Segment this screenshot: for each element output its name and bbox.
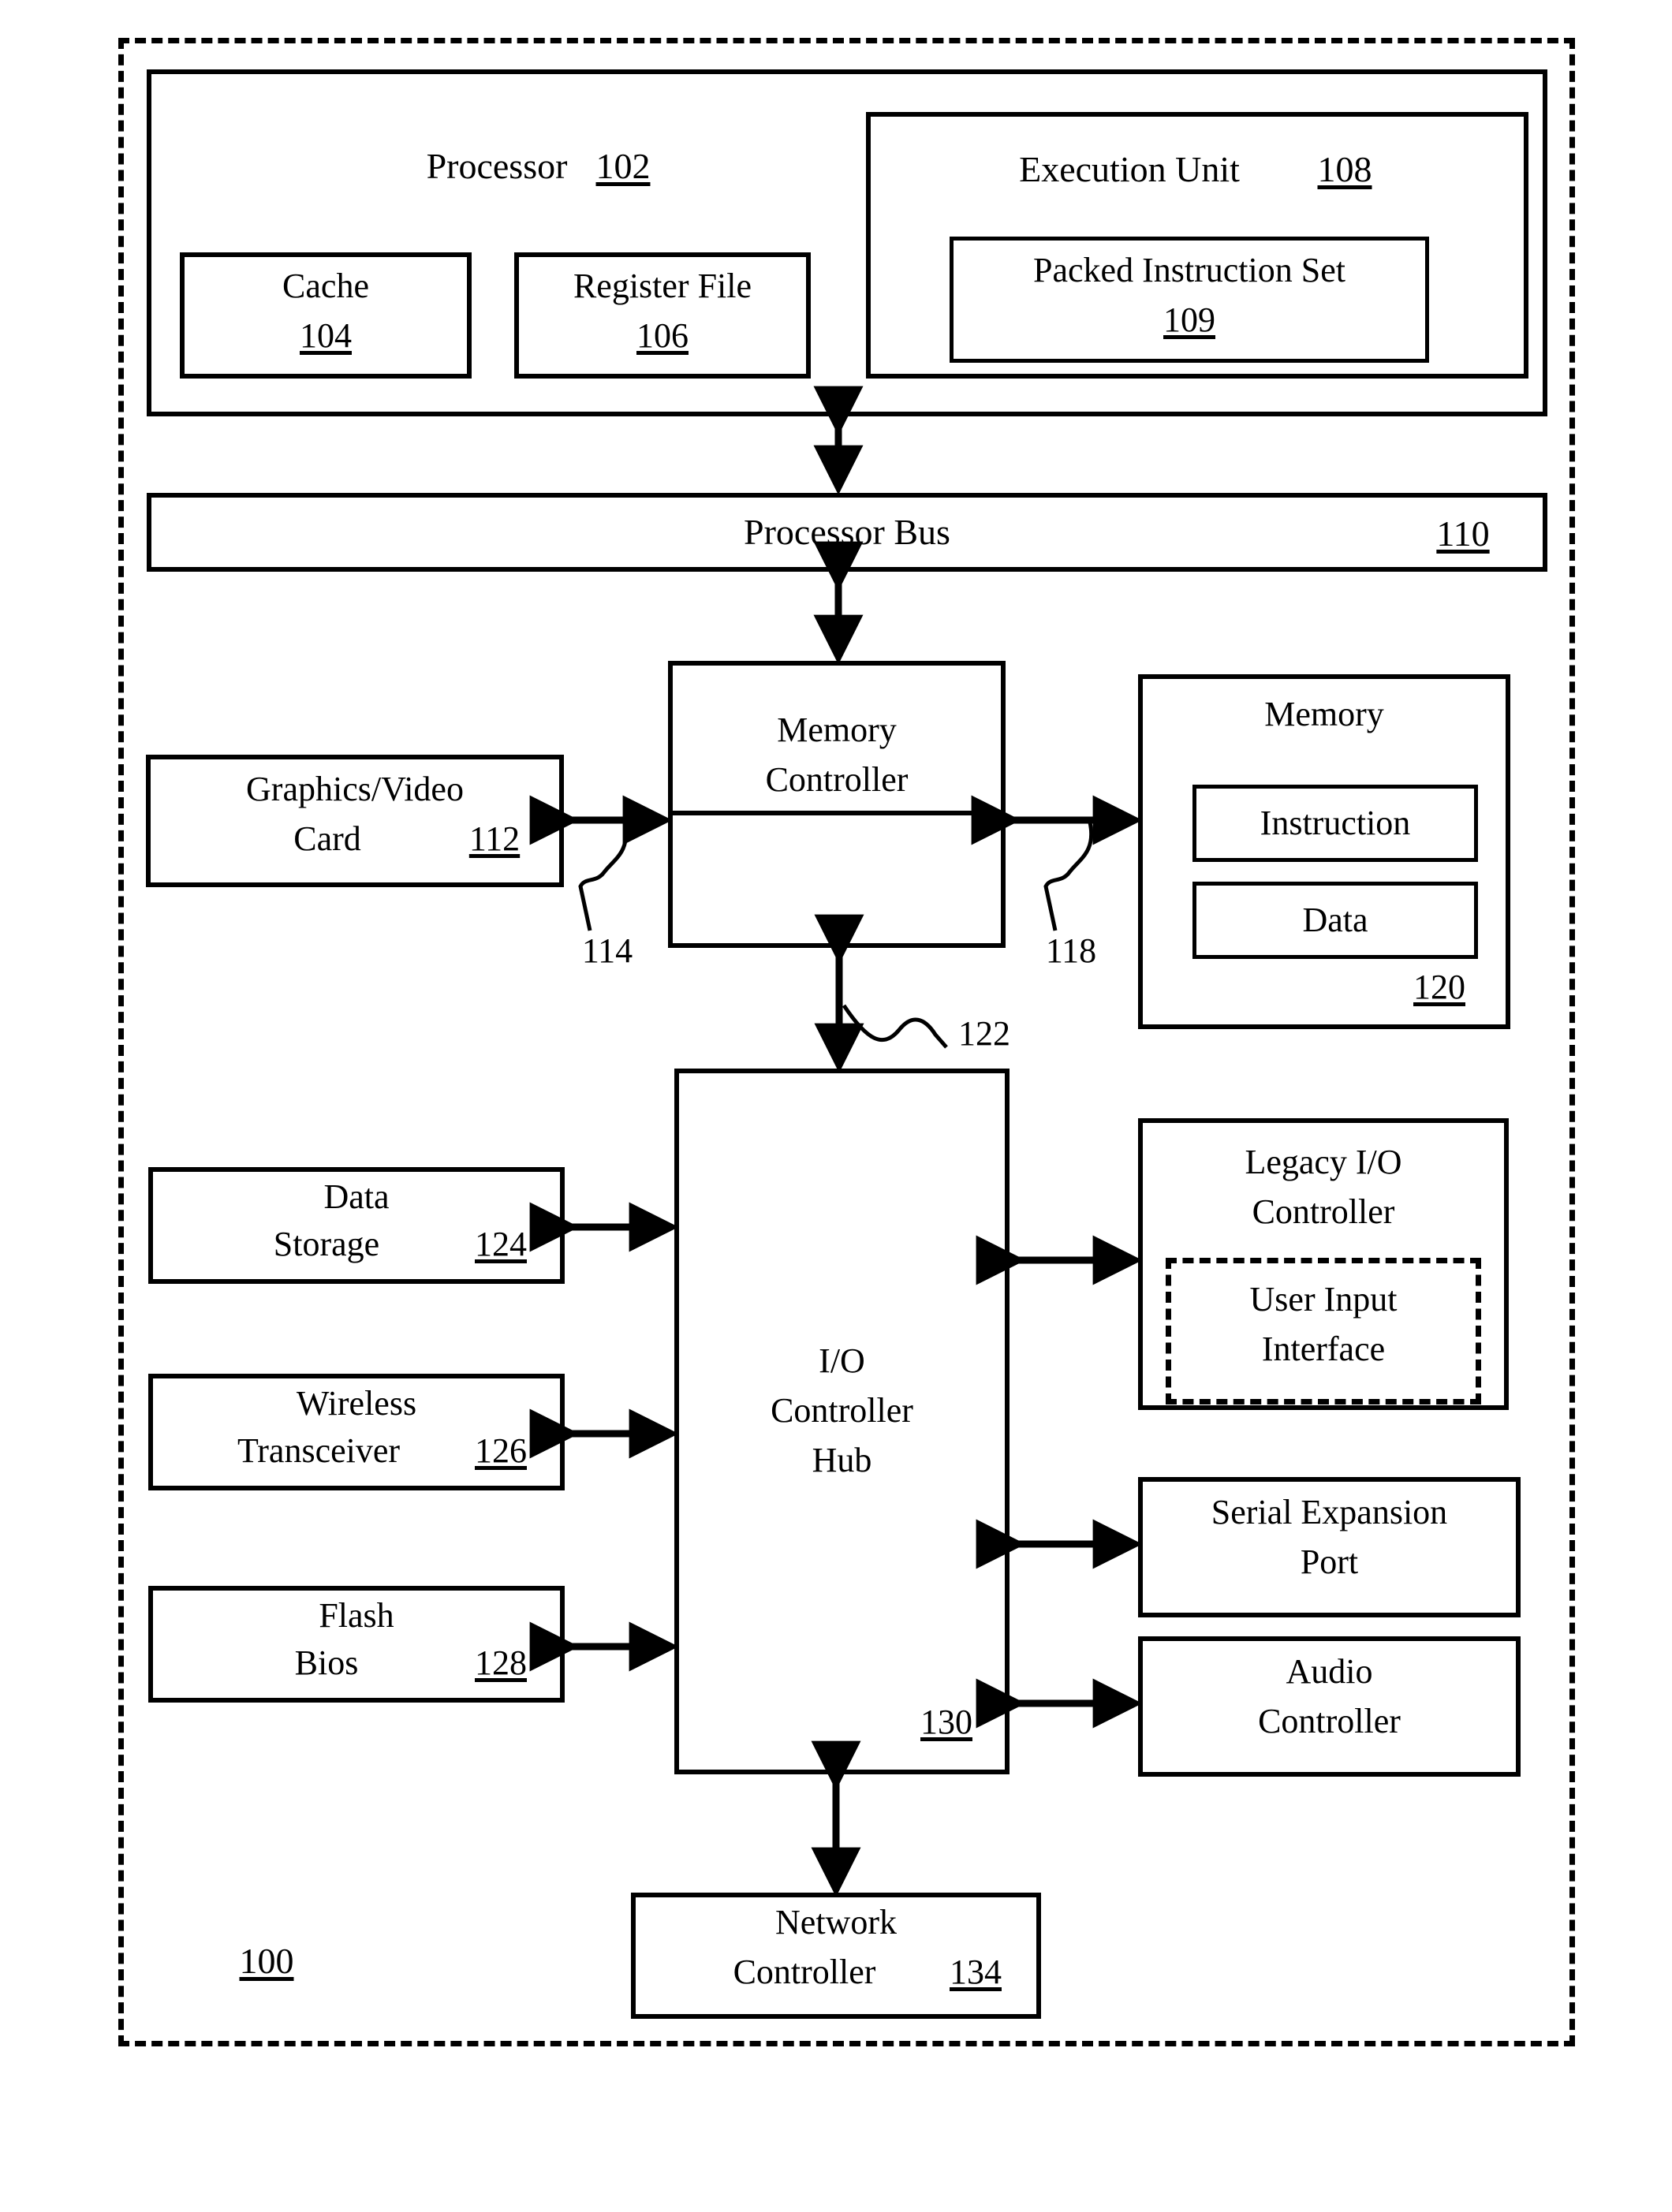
cache-label: Cache: [282, 267, 369, 306]
serial-expansion-port-line2: Port: [1300, 1542, 1359, 1581]
data-storage-ref: 124: [475, 1225, 527, 1263]
serial-expansion-port-line1: Serial Expansion: [1211, 1493, 1448, 1531]
memory-ref: 120: [1413, 968, 1465, 1006]
flash-bios-line1: Flash: [319, 1596, 394, 1635]
packed-instruction-set-ref: 109: [1163, 300, 1215, 339]
execution-unit-label: Execution Unit: [1019, 149, 1240, 189]
audio-controller-line1: Audio: [1286, 1652, 1373, 1691]
patent-figure-canvas: Processor 102 Cache 104 Register File 10…: [0, 0, 1672, 2212]
processor-bus-ref: 110: [1436, 513, 1490, 554]
wireless-transceiver-ref: 126: [475, 1431, 527, 1470]
memory-label: Memory: [1264, 695, 1384, 733]
legacy-io-controller-line2: Controller: [1252, 1192, 1395, 1231]
wireless-transceiver-line1: Wireless: [296, 1384, 417, 1423]
memory-controller-hub-line2: Controller: [765, 760, 909, 799]
io-controller-hub-line3: Hub: [812, 1441, 872, 1479]
network-controller-ref: 134: [950, 1953, 1002, 1991]
memory-controller-hub-line1: Memory: [777, 711, 897, 749]
register-file-ref: 106: [636, 316, 689, 355]
register-file-label: Register File: [573, 267, 752, 306]
legacy-io-controller-line1: Legacy I/O: [1245, 1143, 1402, 1181]
memory-bus-ref-118: 118: [1045, 931, 1097, 970]
graphics-bus-ref-114: 114: [581, 931, 633, 970]
audio-controller-line2: Controller: [1258, 1702, 1401, 1740]
user-input-interface-line2: Interface: [1261, 1330, 1386, 1368]
data-storage-line1: Data: [323, 1177, 390, 1216]
io-controller-hub-ref: 130: [920, 1703, 972, 1741]
execution-unit-ref: 108: [1317, 149, 1372, 189]
io-controller-hub-line1: I/O: [819, 1341, 865, 1380]
system-ref-100: 100: [239, 1941, 294, 1981]
memory-instruction-label: Instruction: [1260, 804, 1411, 843]
hub-interface-ref-122: 122: [958, 1014, 1010, 1053]
memory-data-label: Data: [1302, 901, 1368, 940]
processor-bus-label: Processor Bus: [744, 512, 950, 553]
packed-instruction-set-label: Packed Instruction Set: [1033, 251, 1345, 290]
network-controller-line1: Network: [775, 1903, 897, 1942]
memory-controller-hub-box-lower: [668, 815, 1006, 948]
graphics-video-card-ref: 112: [468, 819, 521, 858]
flash-bios-ref: 128: [475, 1643, 527, 1682]
user-input-interface-line1: User Input: [1249, 1280, 1398, 1319]
graphics-video-card-label-line1: Graphics/Video: [246, 770, 464, 808]
io-controller-hub-line2: Controller: [771, 1391, 913, 1430]
cache-ref: 104: [300, 316, 352, 355]
processor-ref: 102: [595, 146, 651, 186]
